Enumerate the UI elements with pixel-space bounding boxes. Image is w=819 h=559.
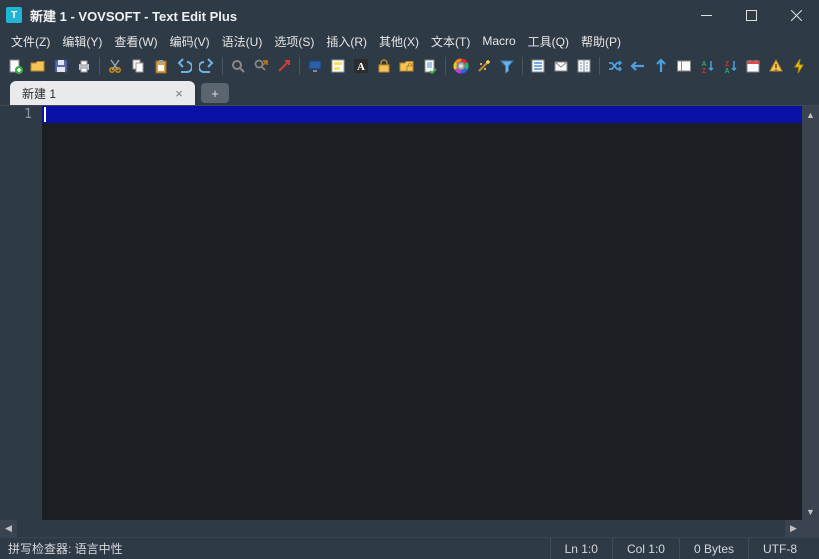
menu-item-9[interactable]: Macro (476, 31, 521, 51)
wand-icon[interactable] (473, 55, 495, 77)
mail-icon[interactable] (550, 55, 572, 77)
svg-text:A: A (701, 61, 706, 68)
current-line-highlight (42, 106, 802, 123)
copy-icon[interactable] (127, 55, 149, 77)
svg-text:A: A (357, 61, 365, 73)
warning-icon[interactable] (765, 55, 787, 77)
toolbar-separator (522, 57, 523, 75)
scroll-up-icon[interactable]: ▲ (802, 106, 819, 123)
menu-item-8[interactable]: 文本(T) (425, 30, 476, 53)
maximize-button[interactable] (729, 0, 774, 30)
tab-close-button[interactable]: × (171, 85, 187, 101)
horizontal-scrollbar[interactable]: ◀ ▶ (0, 520, 802, 537)
document-check-icon[interactable] (419, 55, 441, 77)
tab-bar: 新建 1 × + (0, 80, 819, 106)
status-encoding[interactable]: UTF-8 (748, 538, 811, 559)
app-icon: T (6, 7, 22, 23)
status-column[interactable]: Col 1:0 (612, 538, 679, 559)
status-line[interactable]: Ln 1:0 (550, 538, 612, 559)
vertical-scrollbar[interactable]: ▲ ▼ (802, 106, 819, 520)
text-editor[interactable] (42, 106, 802, 520)
window-title: 新建 1 - VOVSOFT - Text Edit Plus (30, 6, 237, 25)
find-icon[interactable] (227, 55, 249, 77)
goto-icon[interactable] (273, 55, 295, 77)
tab-label: 新建 1 (22, 85, 56, 102)
funnel-icon[interactable] (496, 55, 518, 77)
scroll-left-icon[interactable]: ◀ (0, 520, 17, 537)
arrow-left-icon[interactable] (627, 55, 649, 77)
scroll-down-icon[interactable]: ▼ (802, 503, 819, 520)
cut-icon[interactable] (104, 55, 126, 77)
sort-za-icon[interactable]: ZA (719, 55, 741, 77)
status-bar: 拼写检查器: 语言中性 Ln 1:0 Col 1:0 0 Bytes UTF-8 (0, 537, 819, 559)
highlight-icon[interactable] (327, 55, 349, 77)
svg-text:Z: Z (725, 61, 730, 68)
save-icon[interactable] (50, 55, 72, 77)
columns-icon[interactable] (573, 55, 595, 77)
window-controls (684, 0, 819, 30)
menu-item-6[interactable]: 插入(R) (320, 30, 373, 53)
lock-icon[interactable] (373, 55, 395, 77)
menu-item-2[interactable]: 查看(W) (108, 30, 163, 53)
gallery-icon[interactable] (673, 55, 695, 77)
paste-icon[interactable] (150, 55, 172, 77)
menu-item-7[interactable]: 其他(X) (373, 30, 425, 53)
calendar-icon[interactable] (742, 55, 764, 77)
toolbar-separator (99, 57, 100, 75)
menu-item-10[interactable]: 工具(Q) (522, 30, 575, 53)
folder-lock-icon[interactable] (396, 55, 418, 77)
svg-text:Z: Z (702, 68, 707, 74)
toolbar-separator (599, 57, 600, 75)
svg-text:A: A (724, 68, 729, 74)
title-bar: T 新建 1 - VOVSOFT - Text Edit Plus (0, 0, 819, 30)
toolbar-separator (222, 57, 223, 75)
new-file-icon[interactable] (4, 55, 26, 77)
text-cursor (44, 107, 46, 122)
replace-icon[interactable] (250, 55, 272, 77)
shuffle-icon[interactable] (604, 55, 626, 77)
menu-item-1[interactable]: 编辑(Y) (56, 30, 108, 53)
undo-icon[interactable] (173, 55, 195, 77)
lightning-icon[interactable] (788, 55, 810, 77)
status-spellcheck[interactable]: 拼写检查器: 语言中性 (8, 540, 123, 557)
redo-icon[interactable] (196, 55, 218, 77)
new-tab-button[interactable]: + (201, 83, 229, 103)
menu-item-5[interactable]: 选项(S) (268, 30, 320, 53)
scroll-right-icon[interactable]: ▶ (785, 520, 802, 537)
status-size[interactable]: 0 Bytes (679, 538, 748, 559)
menu-item-3[interactable]: 编码(V) (164, 30, 216, 53)
open-file-icon[interactable] (27, 55, 49, 77)
print-icon[interactable] (73, 55, 95, 77)
line-gutter: 1 (0, 106, 42, 520)
toolbar: AAZZA (0, 52, 819, 80)
editor-area: 1 ▲ ▼ ◀ ▶ (0, 106, 819, 537)
close-button[interactable] (774, 0, 819, 30)
scroll-corner (802, 520, 819, 537)
tab-active[interactable]: 新建 1 × (10, 81, 195, 105)
menu-item-4[interactable]: 语法(U) (216, 30, 269, 53)
toolbar-separator (299, 57, 300, 75)
arrow-up-icon[interactable] (650, 55, 672, 77)
menu-item-0[interactable]: 文件(Z) (5, 30, 56, 53)
sort-az-icon[interactable]: AZ (696, 55, 718, 77)
color-wheel-icon[interactable] (450, 55, 472, 77)
monitor-icon[interactable] (304, 55, 326, 77)
minimize-button[interactable] (684, 0, 729, 30)
menu-bar: 文件(Z)编辑(Y)查看(W)编码(V)语法(U)选项(S)插入(R)其他(X)… (0, 30, 819, 52)
toolbar-separator (445, 57, 446, 75)
list-icon[interactable] (527, 55, 549, 77)
menu-item-11[interactable]: 帮助(P) (575, 30, 627, 53)
font-letter-icon[interactable]: A (350, 55, 372, 77)
line-number: 1 (0, 107, 32, 122)
